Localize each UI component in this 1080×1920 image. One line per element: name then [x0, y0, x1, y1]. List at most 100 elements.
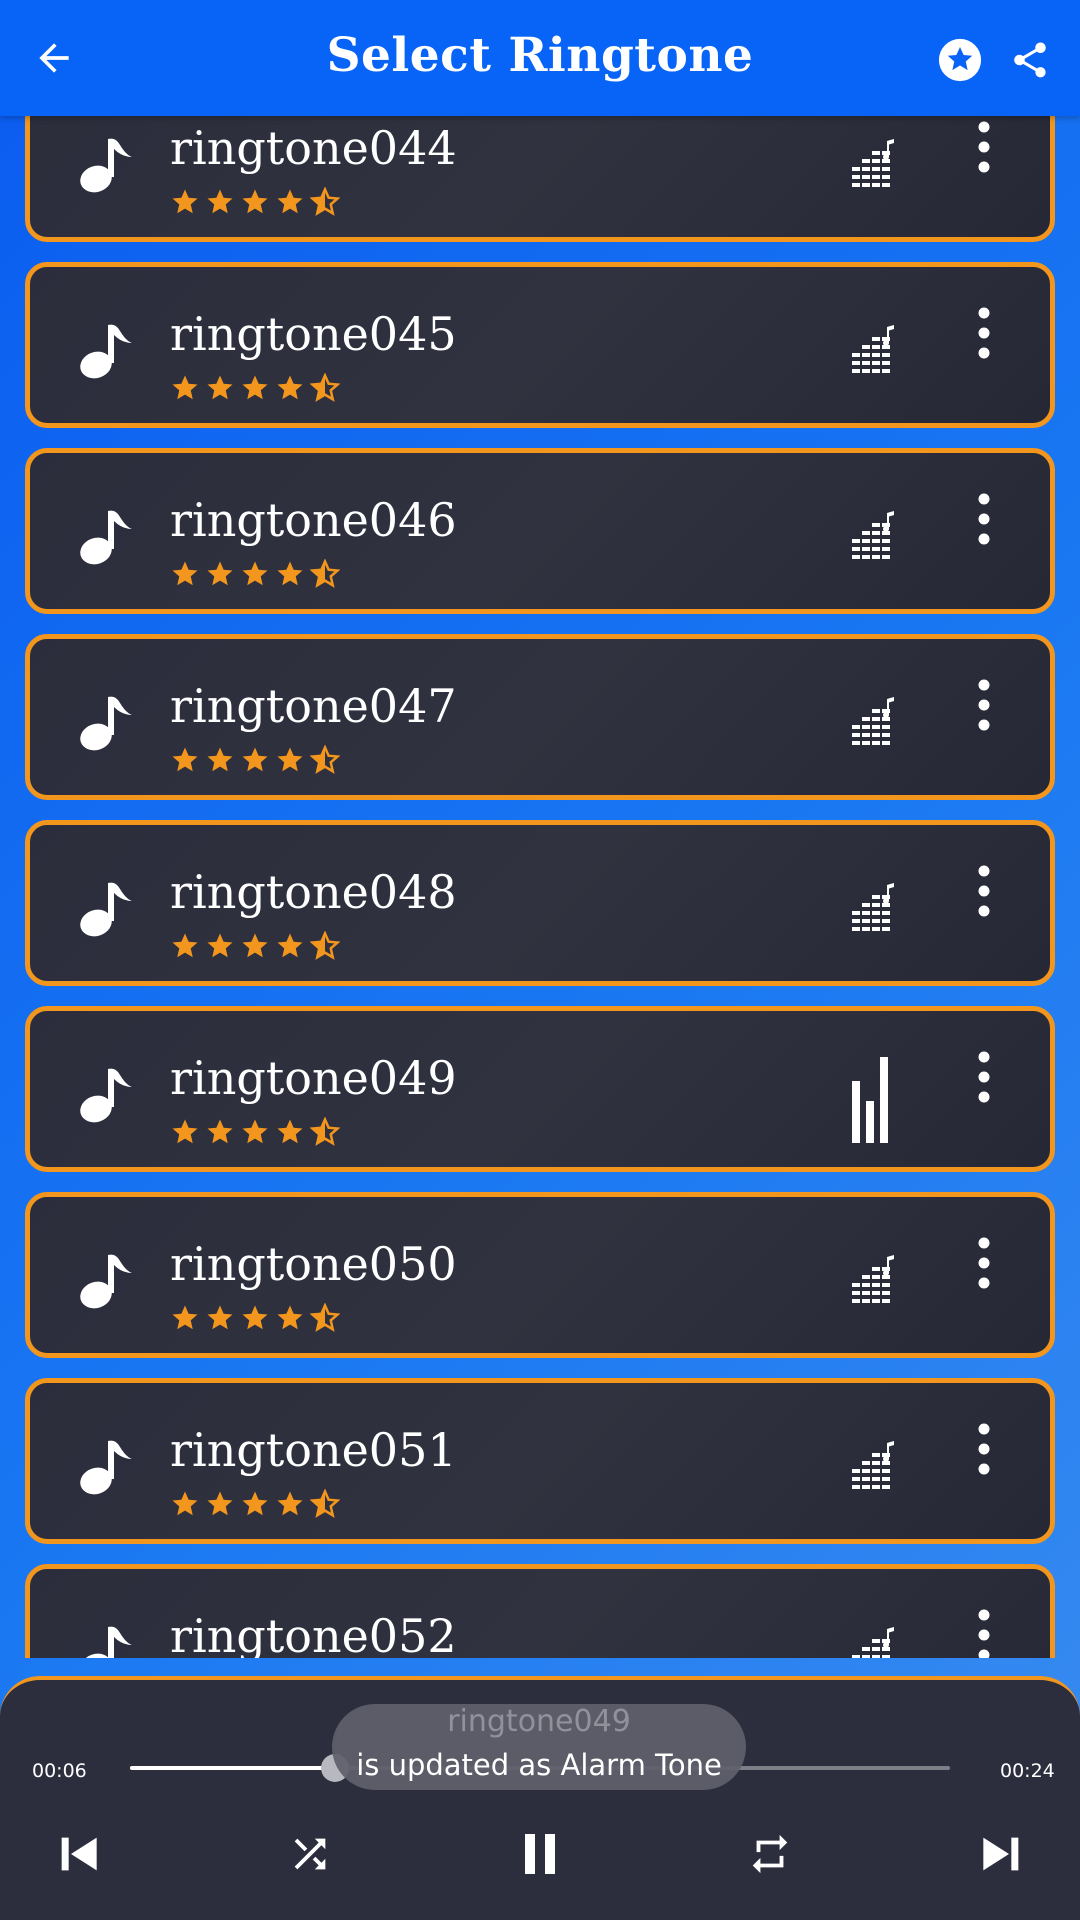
ringtone-item[interactable]: ringtone051 [25, 1378, 1055, 1544]
ringtone-name: ringtone046 [170, 493, 457, 547]
star-icon [205, 931, 235, 963]
more-options-icon[interactable] [970, 677, 998, 733]
star-icon [170, 931, 200, 963]
equalizer-icon[interactable] [850, 881, 898, 933]
half-star-icon [309, 1116, 341, 1149]
star-icon [275, 1303, 305, 1335]
ringtone-item[interactable]: ringtone044 [25, 116, 1055, 242]
playing-bars-icon[interactable] [850, 1053, 898, 1143]
ringtone-item[interactable]: ringtone046 [25, 448, 1055, 614]
star-icon [205, 187, 235, 219]
app-bar: Select Ringtone [0, 0, 1080, 116]
next-button[interactable] [970, 1820, 1034, 1888]
star-icon [170, 187, 200, 219]
star-icon [205, 1489, 235, 1521]
music-note-icon [78, 1249, 134, 1309]
more-options-icon[interactable] [970, 305, 998, 361]
ringtone-item[interactable]: ringtone050 [25, 1192, 1055, 1358]
toast-ringtone-name: ringtone049 [447, 1704, 631, 1739]
page-title: Select Ringtone [326, 28, 754, 83]
pause-button[interactable] [508, 1820, 572, 1888]
equalizer-icon[interactable] [850, 323, 898, 375]
star-icon [240, 745, 270, 777]
star-icon [205, 745, 235, 777]
toast-text: is updated as Alarm Tone [356, 1748, 722, 1782]
star-icon [275, 745, 305, 777]
ringtone-item[interactable]: ringtone047 [25, 634, 1055, 800]
star-icon [240, 1117, 270, 1149]
music-note-icon [78, 1063, 134, 1123]
more-options-icon[interactable] [970, 863, 998, 919]
star-circle-icon [938, 38, 982, 82]
equalizer-icon[interactable] [850, 137, 898, 189]
star-icon [170, 373, 200, 405]
half-star-icon [309, 744, 341, 777]
more-options-icon[interactable] [970, 491, 998, 547]
ringtone-name: ringtone045 [170, 307, 457, 361]
equalizer-icon[interactable] [850, 695, 898, 747]
star-icon [275, 373, 305, 405]
star-icon [205, 373, 235, 405]
share-icon [1014, 42, 1046, 78]
half-star-icon [309, 930, 341, 963]
star-icon [275, 931, 305, 963]
star-icon [275, 187, 305, 219]
more-options-icon[interactable] [970, 1607, 998, 1658]
favorite-button[interactable] [932, 32, 988, 88]
star-icon [240, 1489, 270, 1521]
ringtone-item[interactable]: ringtone048 [25, 820, 1055, 986]
rating-stars [170, 1302, 341, 1335]
half-star-icon [309, 1488, 341, 1521]
half-star-icon [309, 186, 341, 219]
ringtone-list[interactable]: ringtone044 ringtone045 ringtone046 rington… [0, 116, 1080, 1658]
music-note-icon [78, 1435, 134, 1495]
more-options-icon[interactable] [970, 1049, 998, 1105]
star-icon [205, 1303, 235, 1335]
star-icon [240, 187, 270, 219]
star-icon [170, 1117, 200, 1149]
ringtone-item[interactable]: ringtone052 [25, 1564, 1055, 1658]
rating-stars [170, 558, 341, 591]
seek-bar-progress [130, 1766, 335, 1770]
rating-stars [170, 186, 341, 219]
rating-stars [170, 372, 341, 405]
ringtone-name: ringtone050 [170, 1237, 457, 1291]
ringtone-name: ringtone052 [170, 1609, 457, 1658]
previous-button[interactable] [46, 1820, 110, 1888]
shuffle-icon [294, 1838, 326, 1870]
star-icon [170, 1489, 200, 1521]
equalizer-icon[interactable] [850, 1625, 898, 1658]
half-star-icon [309, 372, 341, 405]
ringtone-item[interactable]: ringtone049 [25, 1006, 1055, 1172]
more-options-icon[interactable] [970, 1421, 998, 1477]
star-icon [170, 1303, 200, 1335]
star-icon [205, 1117, 235, 1149]
star-icon [240, 373, 270, 405]
shuffle-button[interactable] [280, 1820, 340, 1888]
music-note-icon [78, 877, 134, 937]
ringtone-name: ringtone049 [170, 1051, 457, 1105]
equalizer-icon[interactable] [850, 1253, 898, 1305]
toast-message: ringtone049 is updated as Alarm Tone [332, 1704, 746, 1790]
share-button[interactable] [1000, 32, 1060, 88]
rating-stars [170, 744, 341, 777]
star-icon [240, 1303, 270, 1335]
more-options-icon[interactable] [970, 1235, 998, 1291]
music-note-icon [78, 691, 134, 751]
music-note-icon [78, 319, 134, 379]
repeat-button[interactable] [740, 1820, 800, 1888]
star-icon [275, 559, 305, 591]
equalizer-icon[interactable] [850, 1439, 898, 1491]
music-note-icon [78, 505, 134, 565]
total-time: 00:24 [1000, 1760, 1055, 1782]
star-icon [205, 559, 235, 591]
equalizer-icon[interactable] [850, 509, 898, 561]
pause-icon [525, 1834, 555, 1874]
star-icon [240, 931, 270, 963]
ringtone-item[interactable]: ringtone045 [25, 262, 1055, 428]
star-icon [275, 1117, 305, 1149]
more-options-icon[interactable] [970, 119, 998, 175]
current-time: 00:06 [32, 1760, 87, 1782]
star-icon [170, 745, 200, 777]
skip-next-icon [983, 1837, 1019, 1871]
